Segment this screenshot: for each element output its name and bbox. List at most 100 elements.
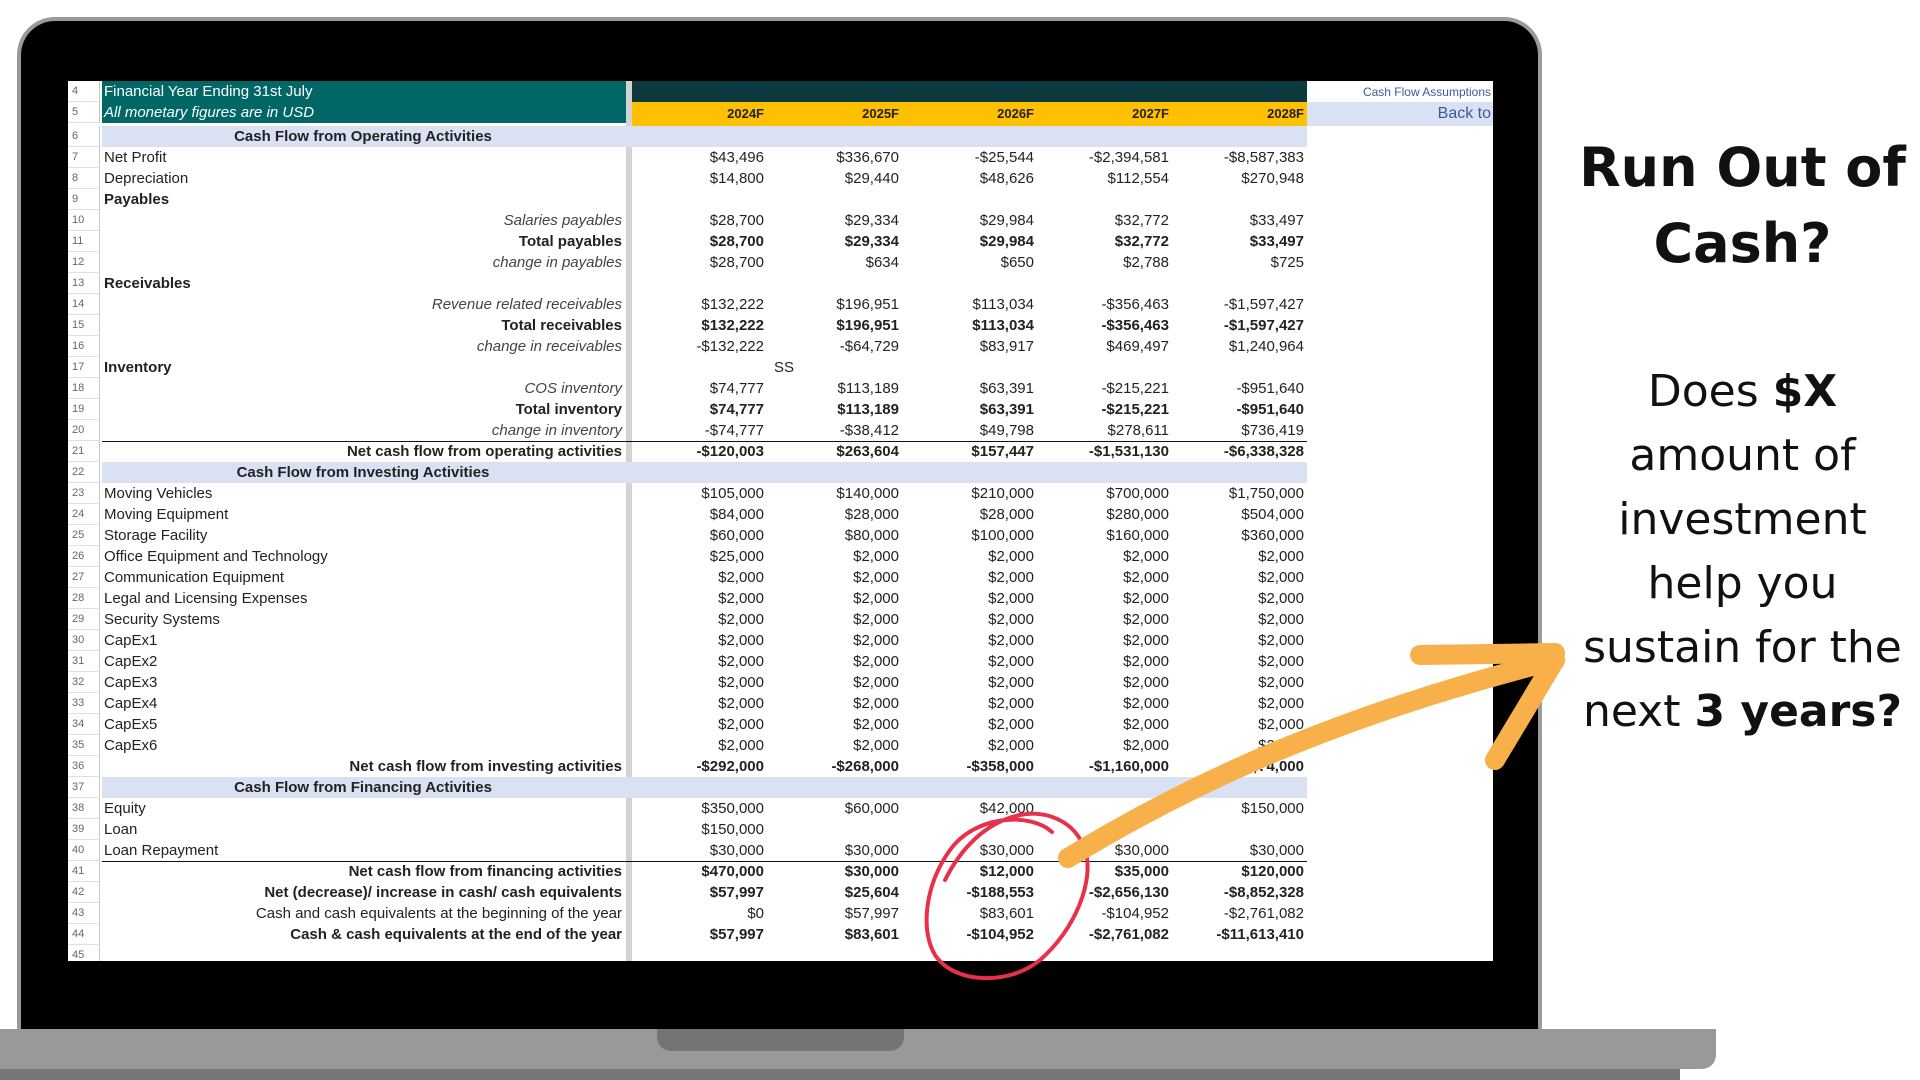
row-label[interactable]: Net (decrease)/ increase in cash/ cash e… <box>102 882 624 903</box>
row-label[interactable]: Payables <box>102 189 624 210</box>
value-cell-2026F[interactable]: $49,798 <box>902 420 1034 441</box>
value-cell-2025F[interactable]: $2,000 <box>767 609 899 630</box>
value-cell-2028F[interactable]: $504,000 <box>1172 504 1304 525</box>
row-number[interactable]: 31 <box>68 651 100 672</box>
value-cell-2028F[interactable]: -$951,640 <box>1172 399 1304 420</box>
row-label[interactable]: Legal and Licensing Expenses <box>102 588 624 609</box>
value-cell-2027F[interactable]: $32,772 <box>1037 210 1169 231</box>
value-cell-2027F[interactable]: -$215,221 <box>1037 378 1169 399</box>
row-number[interactable]: 29 <box>68 609 100 630</box>
row-number[interactable]: 15 <box>68 315 100 336</box>
value-cell-2024F[interactable]: $132,222 <box>632 294 764 315</box>
value-cell-2024F[interactable]: $2,000 <box>632 714 764 735</box>
value-cell-2025F[interactable]: $57,997 <box>767 903 899 924</box>
row-label[interactable]: Inventory <box>102 357 624 378</box>
row-number[interactable]: 18 <box>68 378 100 399</box>
value-cell-2025F[interactable]: $634 <box>767 252 899 273</box>
row-label[interactable]: Security Systems <box>102 609 624 630</box>
value-cell-2024F[interactable]: $105,000 <box>632 483 764 504</box>
value-cell-2027F[interactable]: $35,000 <box>1037 861 1169 882</box>
value-cell-2024F[interactable]: $57,997 <box>632 882 764 903</box>
row-number[interactable]: 36 <box>68 756 100 777</box>
year-header[interactable]: 2026F <box>902 102 1034 126</box>
value-cell-2028F[interactable]: -$8,852,328 <box>1172 882 1304 903</box>
value-cell-2025F[interactable]: $2,000 <box>767 651 899 672</box>
value-cell-2028F[interactable] <box>1172 819 1304 840</box>
value-cell-2025F[interactable]: $29,334 <box>767 231 899 252</box>
value-cell-2024F[interactable]: $0 <box>632 903 764 924</box>
row-number[interactable]: 27 <box>68 567 100 588</box>
row-label[interactable]: CapEx3 <box>102 672 624 693</box>
value-cell-2027F[interactable]: $2,788 <box>1037 252 1169 273</box>
row-number[interactable]: 22 <box>68 462 100 483</box>
row-label[interactable]: Net cash flow from operating activities <box>102 441 624 462</box>
row-label[interactable]: CapEx5 <box>102 714 624 735</box>
row-label[interactable]: CapEx6 <box>102 735 624 756</box>
row-label[interactable]: Total inventory <box>102 399 624 420</box>
value-cell-2026F[interactable]: $28,000 <box>902 504 1034 525</box>
value-cell-2028F[interactable]: -$?,?4,000 <box>1172 756 1304 777</box>
value-cell-2028F[interactable]: -$2,761,082 <box>1172 903 1304 924</box>
value-cell-2026F[interactable]: $2,000 <box>902 693 1034 714</box>
value-cell-2025F[interactable]: $25,604 <box>767 882 899 903</box>
value-cell-2024F[interactable]: $28,700 <box>632 231 764 252</box>
value-cell-2024F[interactable]: $470,000 <box>632 861 764 882</box>
row-number[interactable]: 19 <box>68 399 100 420</box>
value-cell-2024F[interactable]: $43,496 <box>632 147 764 168</box>
row-label[interactable]: Office Equipment and Technology <box>102 546 624 567</box>
value-cell-2027F[interactable]: $2,000 <box>1037 630 1169 651</box>
row-label[interactable]: Moving Equipment <box>102 504 624 525</box>
value-cell-2027F[interactable]: $469,497 <box>1037 336 1169 357</box>
row-label[interactable]: Salaries payables <box>102 210 624 231</box>
value-cell-2028F[interactable]: -$1,597,427 <box>1172 315 1304 336</box>
row-number[interactable]: 17 <box>68 357 100 378</box>
row-number[interactable]: 25 <box>68 525 100 546</box>
row-number[interactable]: 11 <box>68 231 100 252</box>
row-label[interactable]: Receivables <box>102 273 624 294</box>
value-cell-2028F[interactable]: $2,000 <box>1172 672 1304 693</box>
value-cell-2028F[interactable]: $1,750,000 <box>1172 483 1304 504</box>
value-cell-2024F[interactable]: $57,997 <box>632 924 764 945</box>
row-label[interactable]: Cash Flow from Operating Activities <box>102 126 624 147</box>
value-cell-2025F[interactable]: $2,000 <box>767 735 899 756</box>
row-label[interactable] <box>102 945 624 961</box>
value-cell-2025F[interactable]: -$38,412 <box>767 420 899 441</box>
row-number[interactable]: 34 <box>68 714 100 735</box>
value-cell-2024F[interactable]: -$74,777 <box>632 420 764 441</box>
value-cell-2024F[interactable]: $2,000 <box>632 693 764 714</box>
row-number[interactable]: 6 <box>68 126 100 147</box>
value-cell-2027F[interactable]: $112,554 <box>1037 168 1169 189</box>
row-number[interactable]: 16 <box>68 336 100 357</box>
row-number[interactable]: 40 <box>68 840 100 861</box>
row-number[interactable]: 41 <box>68 861 100 882</box>
row-label[interactable]: Communication Equipment <box>102 567 624 588</box>
value-cell-2028F[interactable]: $1,240,964 <box>1172 336 1304 357</box>
row-number[interactable]: 38 <box>68 798 100 819</box>
row-label[interactable]: Moving Vehicles <box>102 483 624 504</box>
row-label[interactable]: CapEx4 <box>102 693 624 714</box>
value-cell-2027F[interactable]: -$104,952 <box>1037 903 1169 924</box>
value-cell-2024F[interactable]: $2,000 <box>632 567 764 588</box>
value-cell-2028F[interactable]: $725 <box>1172 252 1304 273</box>
value-cell-2024F[interactable]: $2,000 <box>632 651 764 672</box>
value-cell-2028F[interactable]: $2,000 <box>1172 546 1304 567</box>
value-cell-2028F[interactable]: $2,000 <box>1172 735 1304 756</box>
value-cell-2024F[interactable]: $60,000 <box>632 525 764 546</box>
value-cell-2026F[interactable]: -$104,952 <box>902 924 1034 945</box>
value-cell-2025F[interactable]: $2,000 <box>767 714 899 735</box>
row-number[interactable]: 43 <box>68 903 100 924</box>
value-cell-2027F[interactable]: $2,000 <box>1037 714 1169 735</box>
value-cell-2026F[interactable] <box>902 819 1034 840</box>
value-cell-2026F[interactable]: $63,391 <box>902 399 1034 420</box>
row-number[interactable]: 13 <box>68 273 100 294</box>
value-cell-2024F[interactable]: $2,000 <box>632 609 764 630</box>
row-label[interactable]: change in inventory <box>102 420 624 441</box>
value-cell-2026F[interactable]: $157,447 <box>902 441 1034 462</box>
value-cell-2028F[interactable]: $360,000 <box>1172 525 1304 546</box>
value-cell-2028F[interactable]: -$11,613,410 <box>1172 924 1304 945</box>
value-cell-2025F[interactable]: $2,000 <box>767 567 899 588</box>
value-cell-2027F[interactable]: -$356,463 <box>1037 294 1169 315</box>
value-cell-2026F[interactable]: -$188,553 <box>902 882 1034 903</box>
value-cell-2027F[interactable]: $32,772 <box>1037 231 1169 252</box>
value-cell-2026F[interactable]: $29,984 <box>902 210 1034 231</box>
